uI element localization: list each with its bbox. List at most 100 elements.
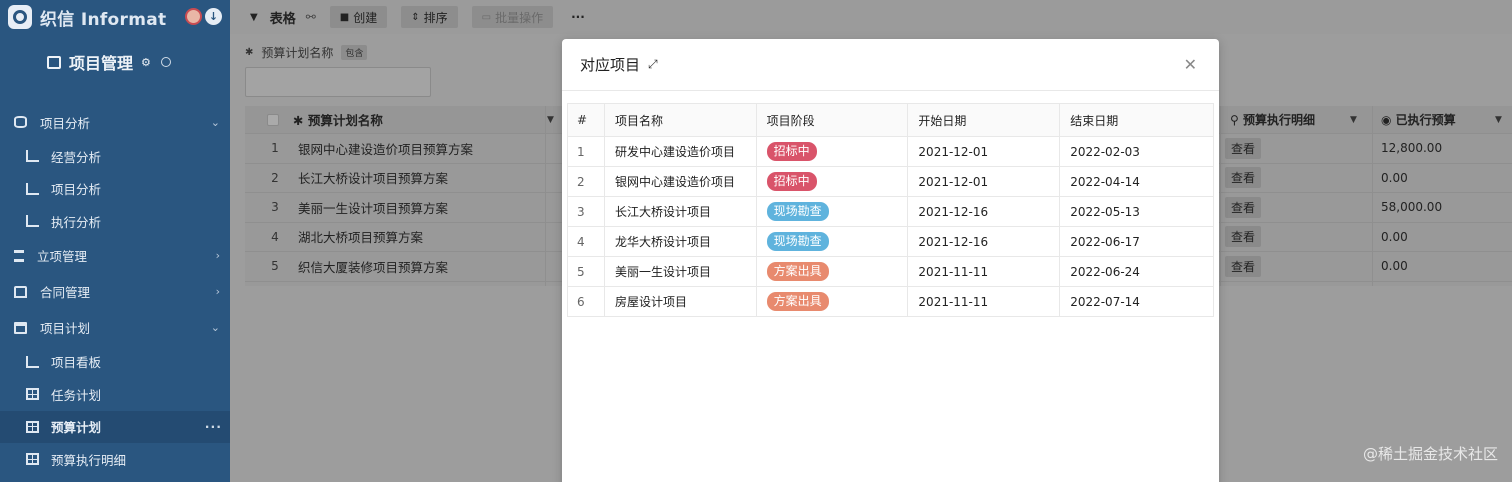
column-header: 开始日期	[907, 103, 1061, 137]
sort-icon: ⇕	[411, 11, 420, 23]
project-name: 龙华大桥设计项目	[603, 226, 757, 257]
sidebar-item[interactable]: 项目分析 ⌄	[0, 104, 230, 140]
table-row[interactable]: 3 长江大桥设计项目 现场勘查 2021-12-16 2022-05-13	[567, 196, 1214, 227]
chevron-icon: ⌄	[210, 321, 220, 334]
watermark: @稀土掘金技术社区	[1362, 445, 1498, 463]
end-date: 2022-05-13	[1059, 196, 1214, 227]
view-button[interactable]: 查看	[1225, 167, 1262, 189]
column-header: 项目名称	[603, 103, 757, 137]
sidebar-item[interactable]: 合同管理 ›	[0, 274, 230, 310]
sidebar-item[interactable]: 项目计划 ⌄	[0, 310, 230, 346]
caret-down-icon[interactable]: ▼	[1350, 115, 1357, 125]
status-badge: 现场勘查	[766, 232, 829, 251]
download-icon[interactable]: ↓	[205, 8, 222, 25]
batch-icon: ▭	[481, 11, 492, 23]
home-icon	[14, 285, 27, 298]
column-header-exec: ◉ 已执行预算	[1381, 113, 1456, 127]
sidebar-nav: 项目分析 ⌄ 经营分析 项目分析执行分析立项管理 › 合同管理 › 项目计划 ⌄ 项目看板任务计划…	[0, 104, 230, 476]
line-chart-icon	[26, 355, 39, 368]
gear-icon[interactable]: ⚙	[141, 56, 151, 69]
row-number: 2	[567, 166, 605, 197]
sidebar-item[interactable]: 预算计划 ···	[0, 410, 230, 443]
table-row[interactable]: 5 美丽一生设计项目 方案出具 2021-11-11 2022-06-24	[567, 256, 1214, 287]
row-number: 5	[271, 259, 279, 274]
sidebar-item[interactable]: 任务计划	[0, 378, 230, 411]
sidebar-item-label: 预算执行明细	[51, 452, 127, 468]
select-all-checkbox[interactable]	[267, 113, 279, 126]
close-icon[interactable]: ✕	[1184, 55, 1197, 74]
column-header: #	[567, 103, 605, 137]
toolbar-title: 表格	[269, 11, 296, 27]
share-icon[interactable]: ⚯	[306, 10, 316, 24]
modal-header: 对应项目 ⤢ ✕	[562, 39, 1219, 91]
table-row[interactable]: 6 房屋设计项目 方案出具 2021-11-11 2022-07-14	[567, 286, 1214, 317]
sidebar-item[interactable]: 经营分析	[0, 140, 230, 173]
sidebar-item[interactable]: 预算执行明细	[0, 443, 230, 476]
brand-name: 织信 Informat	[40, 9, 167, 30]
project-stage-cell: 方案出具	[755, 286, 909, 317]
sidebar-item[interactable]: 项目看板	[0, 346, 230, 379]
calendar-icon	[47, 55, 61, 69]
toolbar: ▼ 表格 ⚯ ■ 创建 ⇕ 排序 ▭ 批量操作 ···	[230, 0, 1512, 34]
sidebar-item[interactable]: 立项管理 ›	[0, 238, 230, 274]
project-stage-cell: 招标中	[755, 166, 909, 197]
caret-down-icon[interactable]: ▼	[1495, 115, 1502, 125]
project-stage-cell: 招标中	[755, 136, 909, 167]
status-badge: 方案出具	[766, 292, 829, 311]
batch-operation-button[interactable]: ▭ 批量操作	[471, 6, 554, 28]
budget-plan-name: 长江大桥设计项目预算方案	[298, 171, 449, 187]
projects-table: # 项目名称 项目阶段 开始日期 结束日期 1 研发中心建设造价项目 招标中 2021-12-…	[567, 103, 1214, 317]
column-header-name: ✱ 预算计划名称	[293, 113, 383, 128]
chevron-icon: ⌄	[210, 115, 220, 129]
start-date: 2021-11-11	[907, 256, 1061, 287]
project-name: 美丽一生设计项目	[603, 256, 757, 287]
line-chart-icon	[26, 150, 39, 163]
filter-area: ✱ 预算计划名称 包含	[245, 44, 431, 97]
caret-down-icon[interactable]: ▼	[547, 115, 554, 125]
executed-budget: 0.00	[1381, 229, 1408, 244]
expand-icon[interactable]: ⤢	[648, 57, 658, 72]
view-button[interactable]: 查看	[1225, 196, 1262, 218]
line-chart-icon	[26, 182, 39, 195]
collapse-chevron-icon[interactable]: ▼	[250, 12, 258, 23]
sidebar-item-label: 预算计划	[51, 420, 102, 436]
view-button[interactable]: 查看	[1225, 137, 1262, 159]
sidebar-item-label: 项目看板	[51, 355, 102, 371]
create-button[interactable]: ■ 创建	[329, 6, 388, 28]
row-number: 6	[567, 286, 605, 317]
budget-plan-name: 湖北大桥项目预算方案	[298, 230, 424, 246]
end-date: 2022-06-24	[1059, 256, 1214, 287]
end-date: 2022-04-14	[1059, 166, 1214, 197]
table-row[interactable]: 1 研发中心建设造价项目 招标中 2021-12-01 2022-02-03	[567, 136, 1214, 167]
table-row[interactable]: 4 龙华大桥设计项目 现场勘查 2021-12-16 2022-06-17	[567, 226, 1214, 257]
sidebar-item[interactable]: 执行分析	[0, 205, 230, 238]
row-number: 5	[567, 256, 605, 287]
hourglass-icon	[14, 249, 24, 262]
executed-budget: 58,000.00	[1381, 200, 1443, 215]
filter-input[interactable]	[245, 67, 431, 97]
start-date: 2021-12-16	[907, 196, 1061, 227]
project-name: 银网中心建设造价项目	[603, 166, 757, 197]
budget-plan-name: 银网中心建设造价项目预算方案	[298, 141, 474, 157]
view-button[interactable]: 查看	[1225, 255, 1262, 277]
row-number: 3	[271, 200, 279, 215]
executed-budget: 0.00	[1381, 170, 1408, 185]
project-name: 房屋设计项目	[603, 286, 757, 317]
avatar[interactable]	[185, 8, 202, 25]
more-options-button[interactable]: ···	[571, 10, 585, 24]
minus-circle-icon[interactable]	[160, 57, 171, 67]
filter-label: ✱ 预算计划名称 包含	[245, 44, 431, 61]
column-divider	[1220, 106, 1221, 286]
column-divider	[1372, 106, 1373, 286]
sort-button[interactable]: ⇕ 排序	[401, 6, 458, 28]
table-row[interactable]: 2 银网中心建设造价项目 招标中 2021-12-01 2022-04-14	[567, 166, 1214, 197]
start-date: 2021-11-11	[907, 286, 1061, 317]
view-button[interactable]: 查看	[1225, 226, 1262, 248]
sidebar-item[interactable]: 项目分析	[0, 173, 230, 206]
more-icon[interactable]: ···	[205, 419, 222, 434]
sidebar-item-label: 执行分析	[51, 214, 102, 230]
filter-operator-tag[interactable]: 包含	[341, 45, 368, 60]
sidebar-item-label: 立项管理	[37, 249, 88, 264]
project-title-text: 项目管理	[69, 54, 134, 73]
sidebar-item-label: 任务计划	[51, 387, 102, 403]
